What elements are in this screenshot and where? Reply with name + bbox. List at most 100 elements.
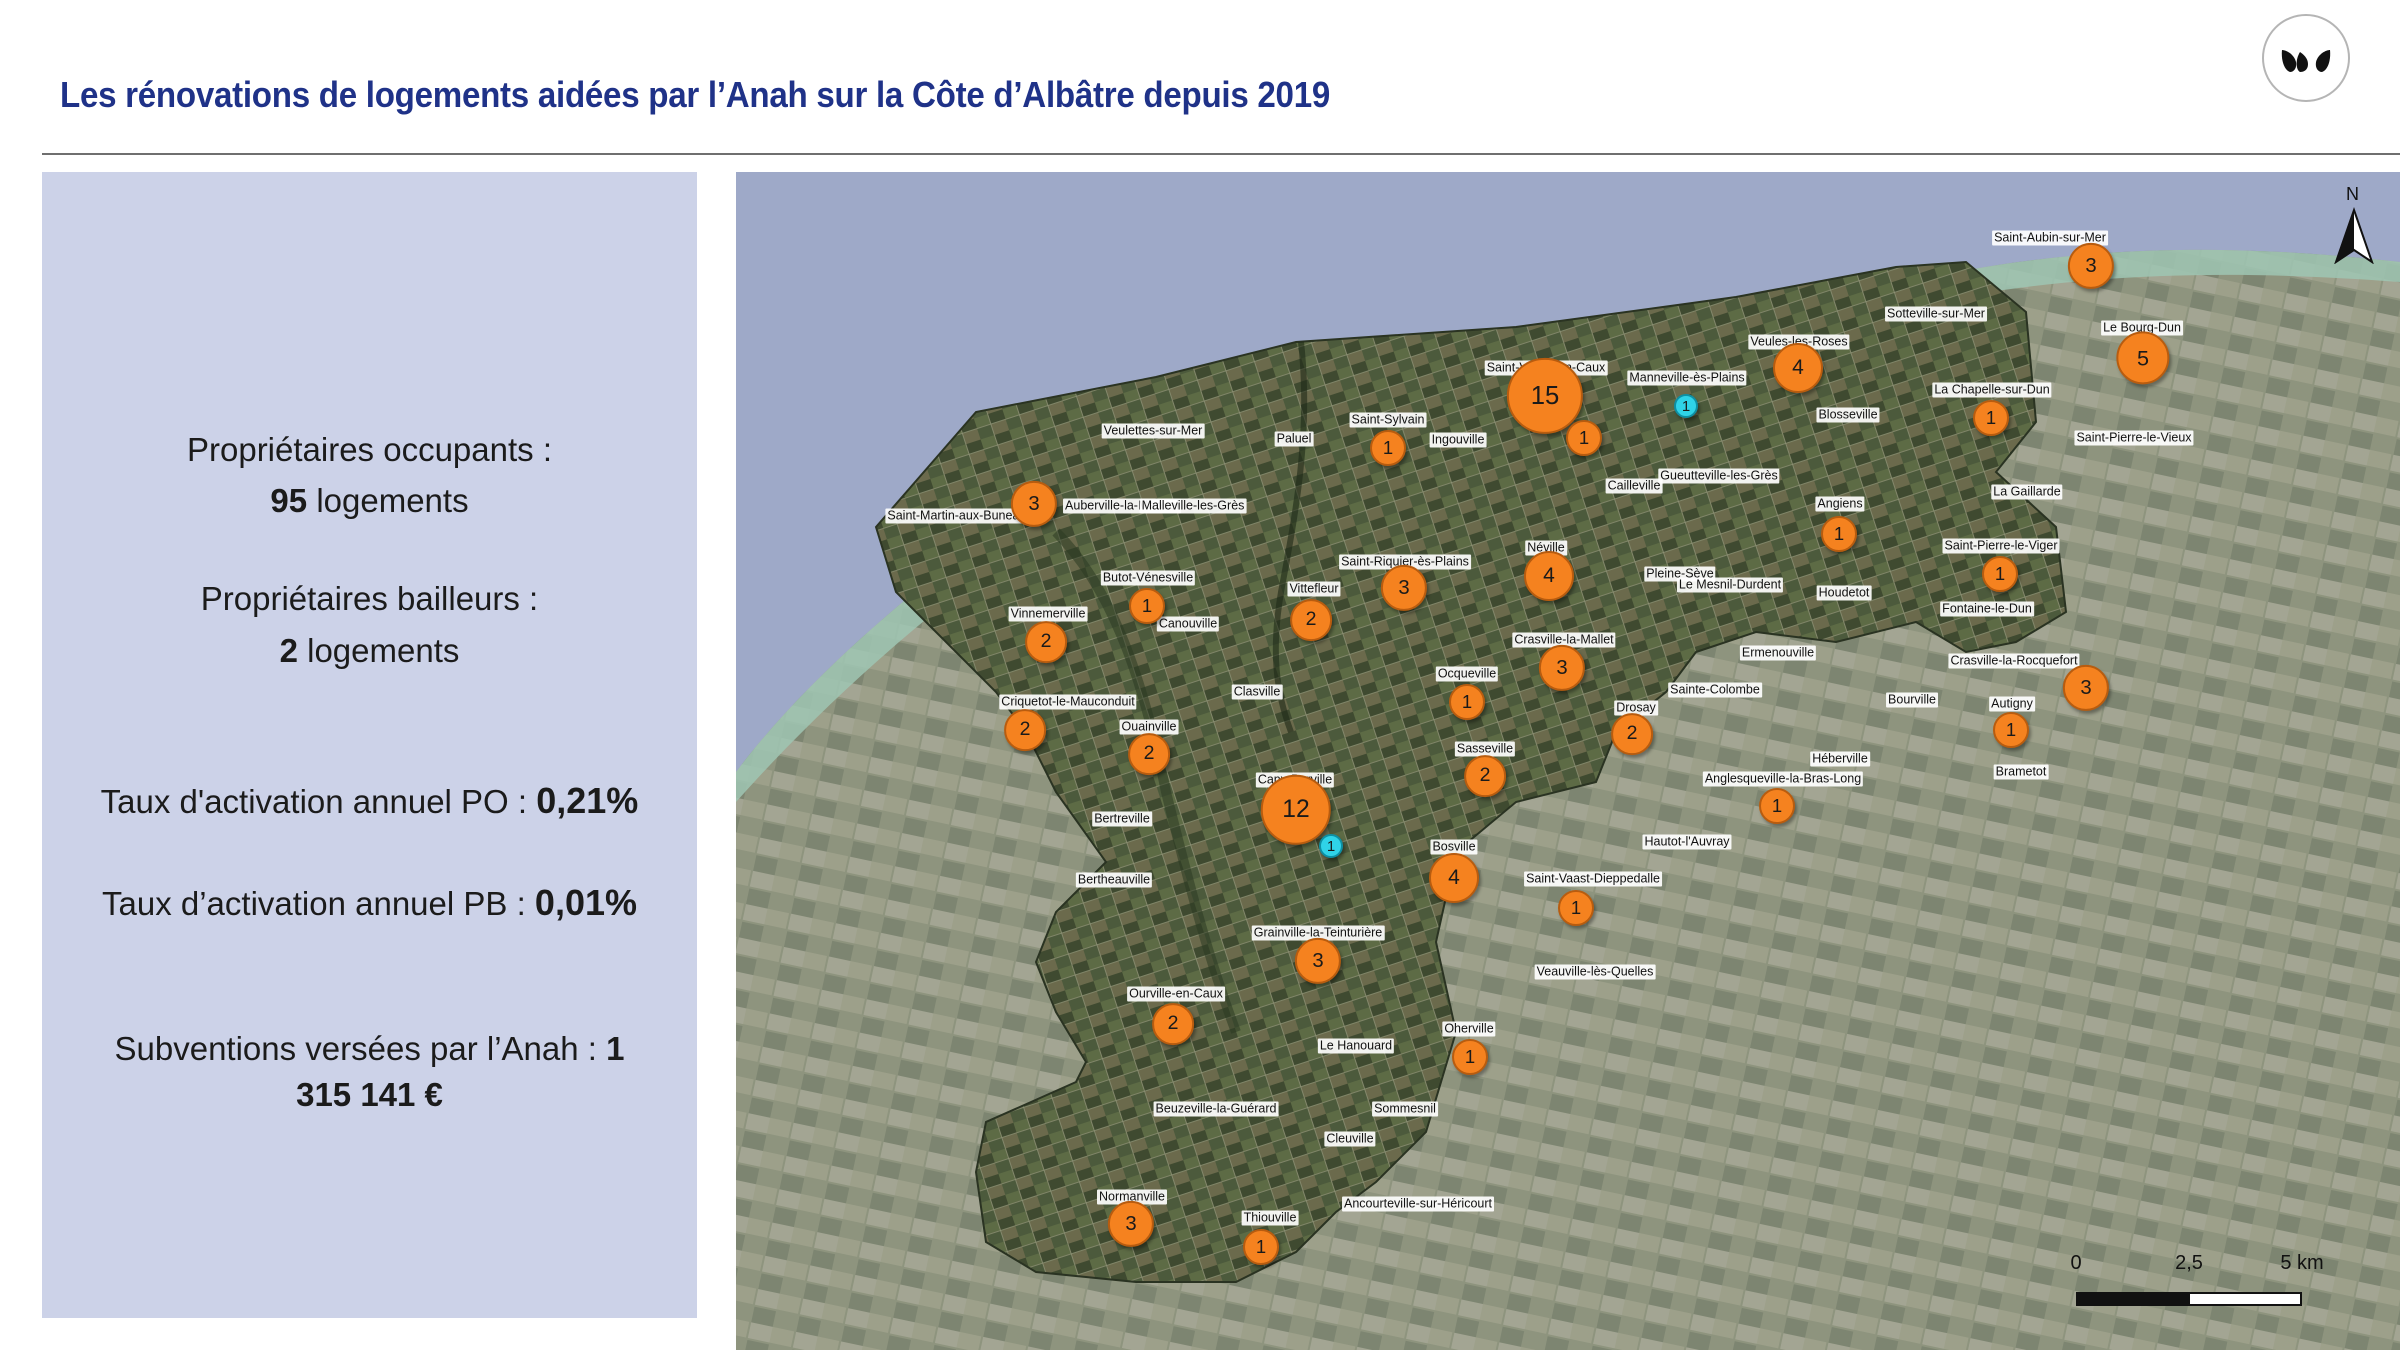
place-label: Vinnemerville xyxy=(1008,606,1088,622)
place-label: Criquetot-le-Mauconduit xyxy=(999,694,1137,710)
po-renovation-bubble[interactable]: 1 xyxy=(1821,516,1857,552)
north-label: N xyxy=(2346,184,2359,204)
subsidy-amount: 315 141 € xyxy=(42,1070,697,1120)
summary-panel: Propriétaires occupants : 95 logements P… xyxy=(42,172,697,1318)
place-label: Gueutteville-les-Grès xyxy=(1658,468,1780,484)
place-label: Butot-Vénesville xyxy=(1100,570,1196,586)
rate-pb-value: 0,01% xyxy=(534,882,637,923)
place-label: Brametot xyxy=(1993,764,2049,780)
po-renovation-bubble[interactable]: 1 xyxy=(1129,588,1165,624)
place-label: Bertheauville xyxy=(1075,872,1153,888)
place-label: Veulettes-sur-Mer xyxy=(1101,423,1205,439)
rate-po-value: 0,21% xyxy=(536,780,639,821)
rate-po: Taux d'activation annuel PO : 0,21% xyxy=(42,776,697,827)
page-title: Les rénovations de logements aidées par … xyxy=(60,74,1331,115)
rate-po-label: Taux d'activation annuel PO : xyxy=(100,783,528,820)
place-label: Ourville-en-Caux xyxy=(1127,986,1225,1002)
place-label: Clasville xyxy=(1231,684,1283,700)
po-renovation-bubble[interactable]: 2 xyxy=(1004,709,1046,751)
scale-label-2: 5 km xyxy=(2280,1252,2324,1274)
place-label: Canouville xyxy=(1156,616,1220,632)
po-renovation-bubble[interactable]: 1 xyxy=(1759,788,1795,824)
po-renovation-bubble[interactable]: 2 xyxy=(1025,621,1067,663)
place-label: Veauville-lès-Quelles xyxy=(1534,964,1656,980)
pb-renovation-bubble[interactable]: 1 xyxy=(1319,834,1343,858)
place-label: Hautot-l'Auvray xyxy=(1642,834,1732,850)
place-label: La Gaillarde xyxy=(1991,484,2063,500)
place-label: Fontaine-le-Dun xyxy=(1940,601,2034,617)
po-label: Propriétaires occupants : xyxy=(186,431,552,468)
scale-bar: 0 2,5 5 km xyxy=(2070,1252,2336,1312)
po-renovation-bubble[interactable]: 1 xyxy=(1558,890,1594,926)
place-label: La Chapelle-sur-Dun xyxy=(1932,382,2052,398)
po-renovation-bubble[interactable]: 2 xyxy=(1152,1003,1194,1045)
pb-count: 2 logements xyxy=(42,626,697,676)
place-label: Anglesqueville-la-Bras-Long xyxy=(1702,771,1864,787)
po-renovation-bubble[interactable]: 1 xyxy=(1370,430,1406,466)
place-label: Autigny xyxy=(1989,696,2035,712)
place-label: Angiens xyxy=(1815,496,1865,512)
po-unit: logements xyxy=(316,482,469,519)
po-renovation-bubble[interactable]: 4 xyxy=(1429,853,1479,903)
subsidy-value-a: 1 xyxy=(606,1030,625,1067)
place-label: Saint-Pierre-le-Vieux xyxy=(2074,430,2194,446)
place-label: Oherville xyxy=(1442,1021,1496,1037)
place-label: Saint-Pierre-le-Viger xyxy=(1942,538,2060,554)
po-renovation-bubble[interactable]: 1 xyxy=(1566,420,1602,456)
subsidy-label: Subventions versées par l’Anah : xyxy=(114,1030,597,1067)
brand-logo xyxy=(2262,14,2350,102)
place-label: Ermenouville xyxy=(1739,645,1817,661)
place-label: Bourville xyxy=(1886,692,1938,708)
place-label: Saint-Sylvain xyxy=(1349,412,1427,428)
place-label: Ingouville xyxy=(1429,432,1487,448)
subsidy: Subventions versées par l’Anah : 1 xyxy=(42,1024,697,1074)
pb-unit: logements xyxy=(307,632,460,669)
pb-label: Propriétaires bailleurs : xyxy=(200,580,539,617)
po-renovation-bubble[interactable]: 2 xyxy=(1611,713,1653,755)
po-renovation-bubble[interactable]: 2 xyxy=(1290,599,1332,641)
po-renovation-bubble[interactable]: 1 xyxy=(1449,684,1485,720)
subsidy-value-b: 315 141 € xyxy=(296,1076,443,1113)
po-renovation-bubble[interactable]: 2 xyxy=(1128,733,1170,775)
place-label: Le Mesnil-Durdent xyxy=(1676,577,1784,593)
pb-renovation-bubble[interactable]: 1 xyxy=(1674,394,1698,418)
place-label: Beuzeville-la-Guérard xyxy=(1153,1101,1279,1117)
place-label: Houdetot xyxy=(1816,585,1872,601)
place-label: Ancourteville-sur-Héricourt xyxy=(1342,1196,1494,1212)
place-label: Cailleville xyxy=(1605,478,1663,494)
po-value: 95 xyxy=(270,482,308,519)
po-renovation-bubble[interactable]: 1 xyxy=(1982,556,2018,592)
place-label: Ocqueville xyxy=(1435,666,1499,682)
scale-segment-black xyxy=(2076,1292,2189,1306)
title-divider xyxy=(42,153,2400,155)
po-renovation-bubble[interactable]: 4 xyxy=(1524,551,1574,601)
rate-pb-label: Taux d’activation annuel PB : xyxy=(101,885,526,922)
place-label: Crasville-la-Rocquefort xyxy=(1948,653,2080,669)
place-label: Saint-Vaast-Dieppedalle xyxy=(1524,871,1662,887)
place-label: Sommesnil xyxy=(1372,1101,1438,1117)
place-label: Paluel xyxy=(1274,431,1314,447)
scale-segment-white xyxy=(2188,1292,2302,1306)
po-renovation-bubble[interactable]: 1 xyxy=(1993,712,2029,748)
place-label: Le Hanouard xyxy=(1317,1038,1395,1054)
scale-label-0: 0 xyxy=(2070,1252,2082,1274)
po-count: 95 logements xyxy=(42,476,697,526)
pb-value: 2 xyxy=(279,632,298,669)
place-label: Blosseville xyxy=(1816,407,1880,423)
map-view[interactable]: N 0 2,5 5 km Saint-Aubin-sur-Mer Sottevil… xyxy=(736,172,2400,1350)
place-label: Vittefleur xyxy=(1287,581,1341,597)
po-renovation-bubble[interactable]: 1 xyxy=(1973,400,2009,436)
po-renovation-bubble[interactable]: 1 xyxy=(1243,1229,1279,1265)
leaf-logo-icon xyxy=(2281,50,2331,72)
po-renovation-bubble[interactable]: 15 xyxy=(1506,357,1584,435)
place-label: Sainte-Colombe xyxy=(1668,682,1762,698)
scale-label-1: 2,5 xyxy=(2175,1252,2203,1274)
place-label: Héberville xyxy=(1810,751,1870,767)
place-label: Cleuville xyxy=(1324,1131,1376,1147)
place-label: Malleville-les-Grès xyxy=(1139,498,1247,514)
po-renovation-bubble[interactable]: 4 xyxy=(1773,343,1823,393)
rate-pb: Taux d’activation annuel PB : 0,01% xyxy=(42,878,697,929)
po-renovation-bubble[interactable]: 2 xyxy=(1464,755,1506,797)
po-renovation-bubble[interactable]: 1 xyxy=(1452,1039,1488,1075)
place-label: Bertreville xyxy=(1092,811,1152,827)
